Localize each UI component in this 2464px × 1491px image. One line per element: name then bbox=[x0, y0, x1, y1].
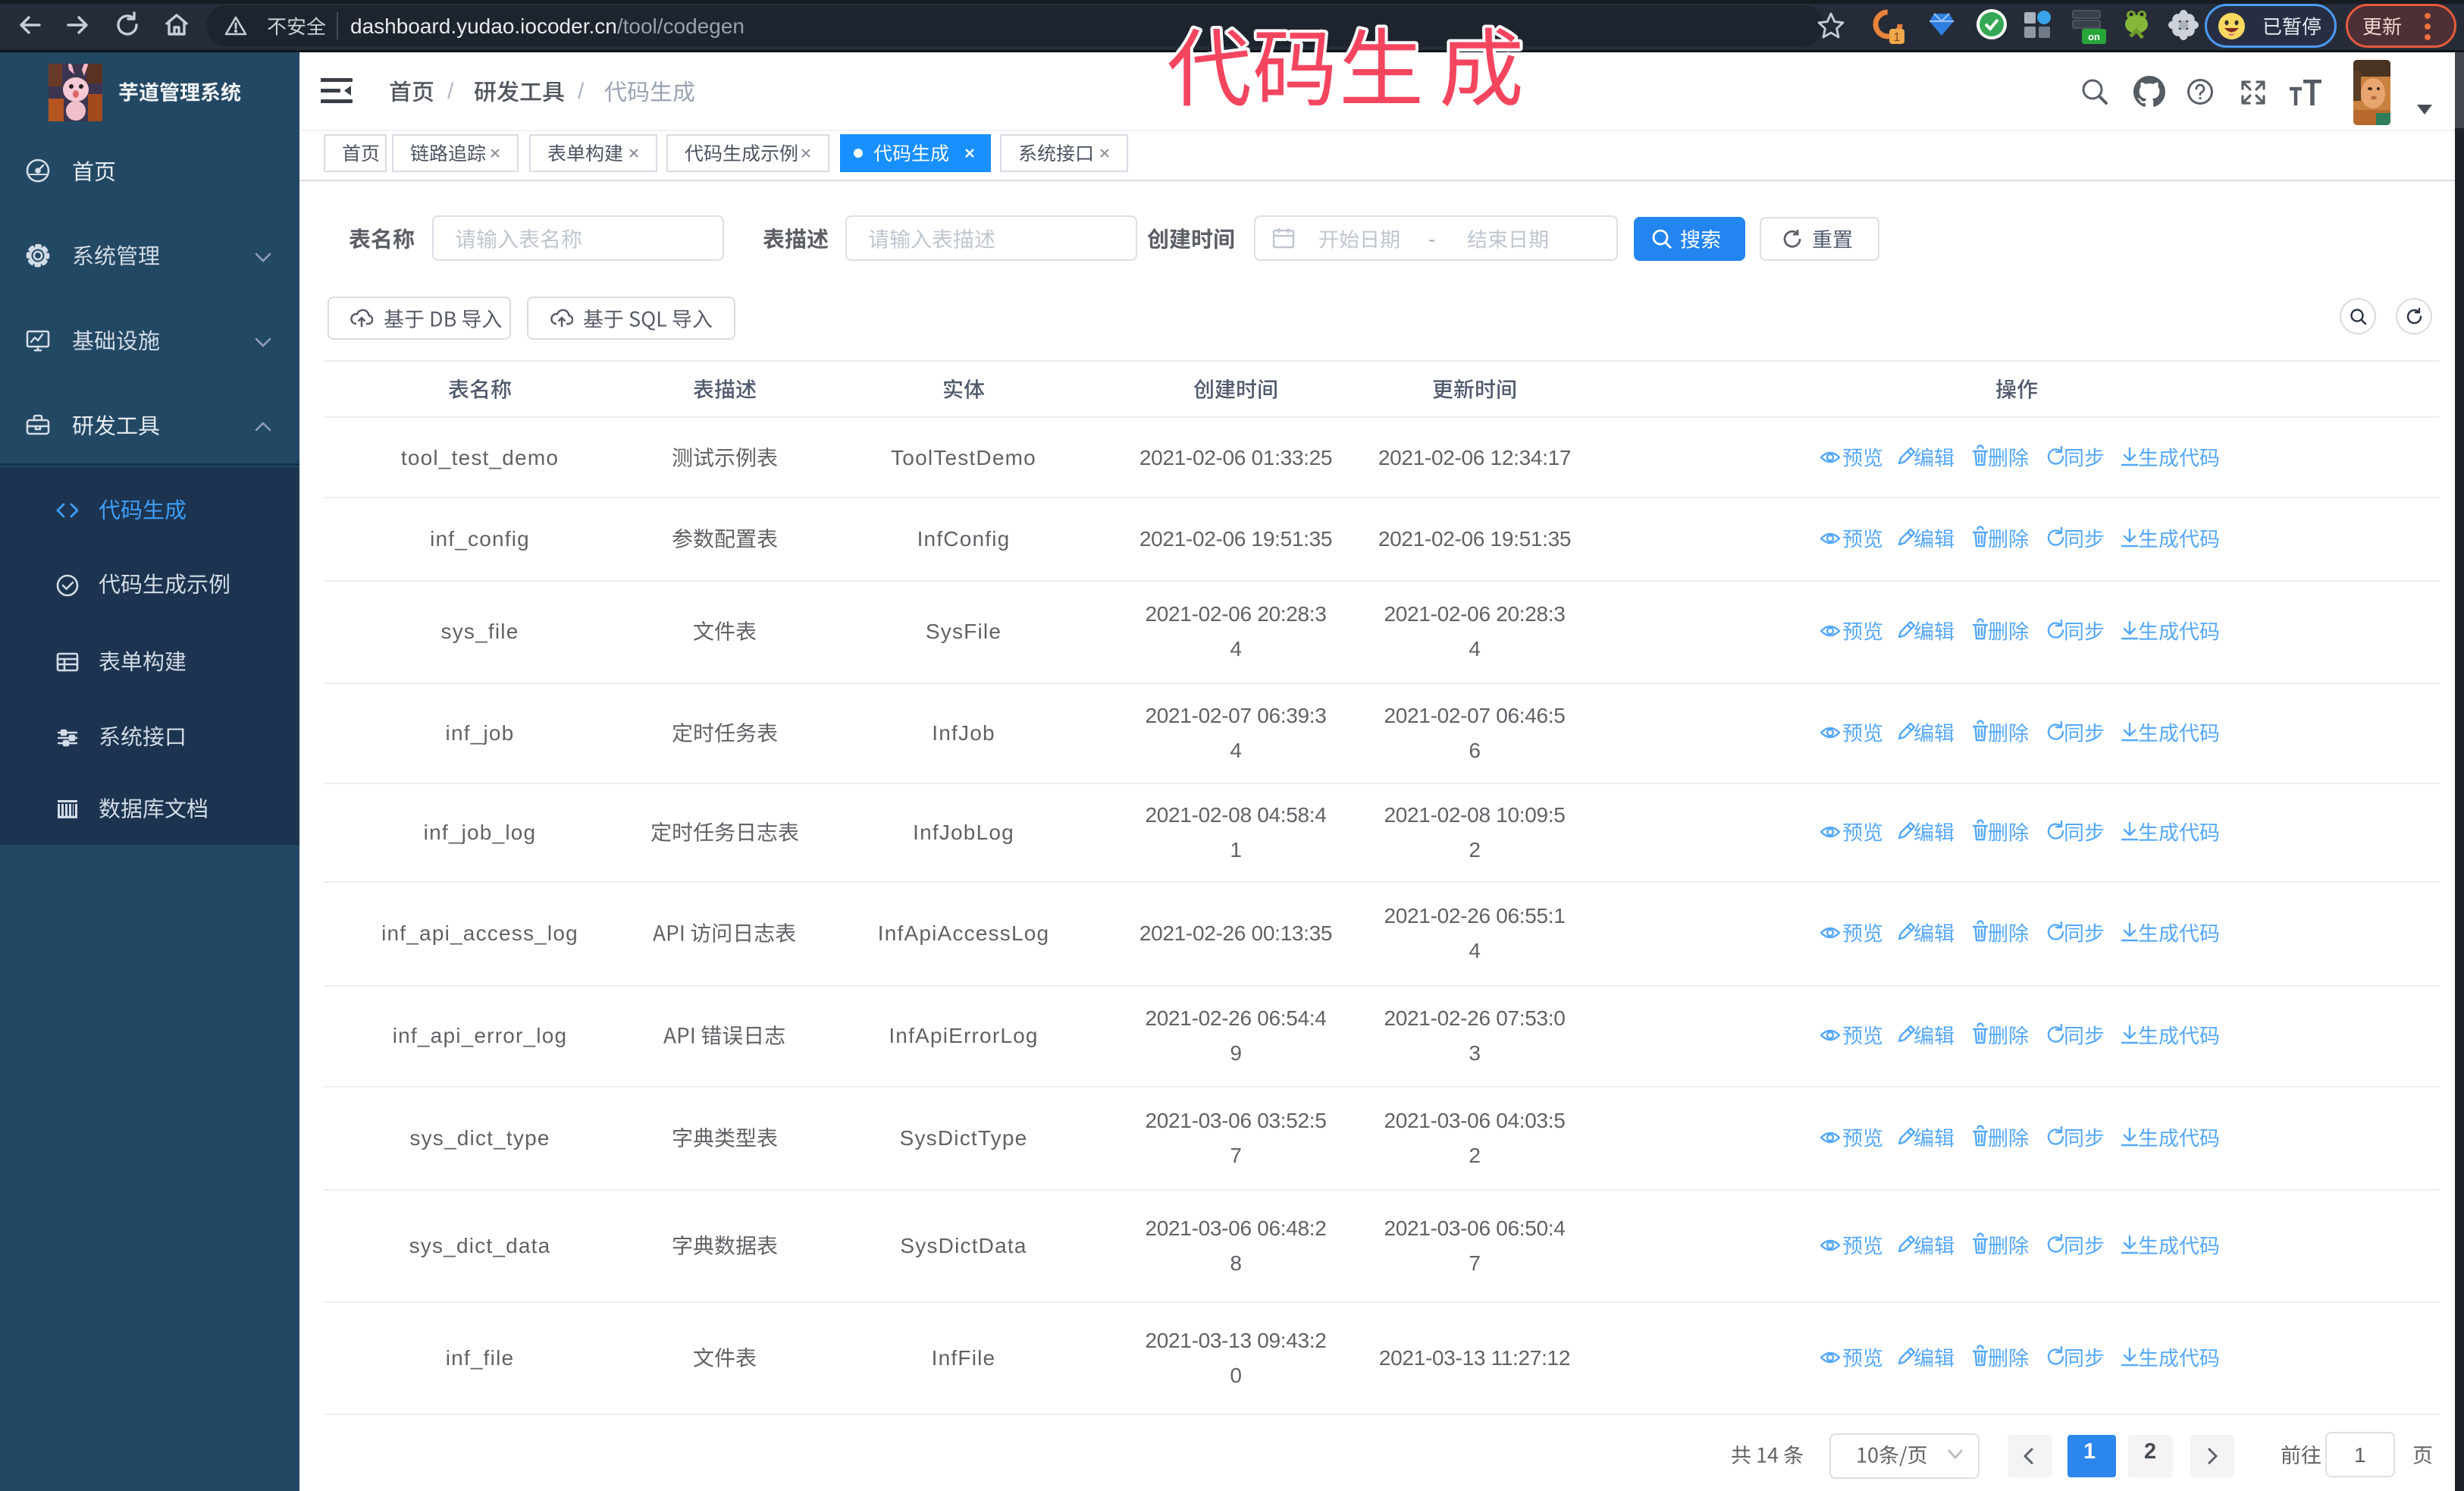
svg-text:1: 1 bbox=[1894, 31, 1901, 44]
svg-text:on: on bbox=[2088, 31, 2100, 42]
